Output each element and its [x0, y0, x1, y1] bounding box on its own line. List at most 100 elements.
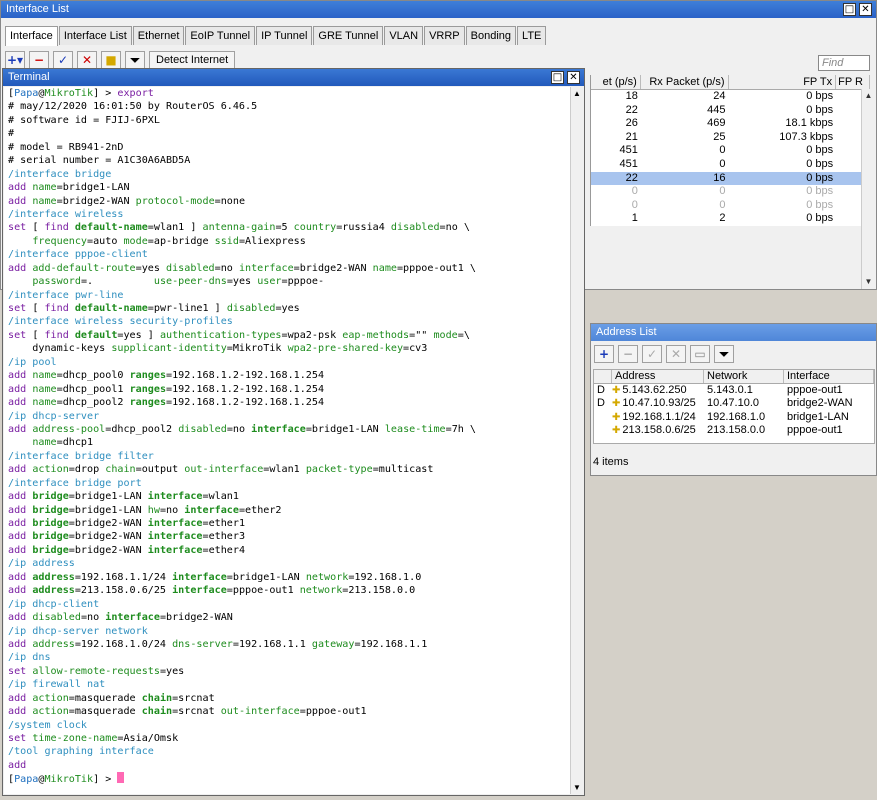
- terminal-token: chain: [141, 706, 173, 718]
- scroll-up-icon[interactable]: ▲: [571, 87, 583, 100]
- terminal-token: /interface wireless: [8, 208, 124, 220]
- terminal-token: interface: [184, 504, 239, 516]
- filter-icon[interactable]: ⏷: [125, 51, 145, 69]
- terminal-token: default-name: [74, 303, 148, 314]
- remove-icon[interactable]: −: [618, 345, 638, 363]
- tab-interface[interactable]: Interface: [5, 26, 58, 46]
- scroll-up-icon[interactable]: ▲: [862, 89, 875, 103]
- cell-tx-packet: 18: [625, 90, 638, 102]
- terminal-token: ="": [409, 329, 434, 341]
- add-icon[interactable]: +: [594, 345, 614, 363]
- terminal-token: =192.168.1.1/24: [74, 571, 173, 583]
- terminal-line: [Papa@MikroTik] > export: [8, 87, 571, 100]
- terminal-token: chain: [141, 692, 173, 704]
- terminal-token: =dhcp_pool2: [56, 397, 130, 409]
- table-row[interactable]: 26 469 18.1 kbps: [591, 117, 870, 131]
- table-row[interactable]: 0 0 0 bps: [591, 185, 870, 199]
- remove-icon[interactable]: −: [29, 51, 49, 69]
- terminal-token: dynamic-keys: [8, 343, 112, 355]
- table-row[interactable]: 21 25 107.3 kbps: [591, 131, 870, 145]
- terminal-line: /interface bridge: [8, 168, 571, 181]
- maximize-icon[interactable]: □: [551, 71, 564, 84]
- terminal-token: =pppoe-out1: [226, 585, 300, 597]
- table-row[interactable]: ✚ 213.158.0.6/25 213.158.0.0 pppoe-out1: [594, 424, 874, 438]
- terminal-token: out-interface: [184, 464, 264, 476]
- tab-lte[interactable]: LTE: [517, 26, 547, 45]
- terminal-token: #: [8, 128, 15, 140]
- close-icon[interactable]: ✕: [567, 71, 580, 84]
- terminal-token: # may/12/2020 16:01:50 by RouterOS 6.46.…: [8, 101, 258, 113]
- comment-icon[interactable]: ▭: [690, 345, 710, 363]
- tab-gre-tunnel[interactable]: GRE Tunnel: [313, 26, 384, 45]
- column-header[interactable]: et (p/s): [591, 75, 641, 89]
- terminal-token: =\: [457, 329, 470, 341]
- tab-interface-list[interactable]: Interface List: [58, 26, 132, 45]
- terminal-line: /tool graphing interface: [8, 745, 571, 758]
- column-header[interactable]: FP R: [836, 75, 870, 89]
- table-row[interactable]: D ✚ 10.47.10.93/25 10.47.10.0 bridge2-WAN: [594, 397, 874, 411]
- tab-bonding[interactable]: Bonding: [465, 26, 517, 45]
- terminal-line: add bridge=bridge1-LAN interface=wlan1: [8, 490, 571, 503]
- terminal-scrollbar[interactable]: ▲ ▼: [570, 87, 583, 794]
- terminal-token: set: [8, 329, 33, 341]
- cell-interface: pppoe-out1: [787, 383, 843, 396]
- find-input[interactable]: Find: [818, 55, 870, 71]
- terminal-output[interactable]: [Papa@MikroTik] > export # may/12/2020 16…: [4, 87, 571, 794]
- table-row[interactable]: 22 16 0 bps: [591, 171, 870, 186]
- terminal-token: name: [32, 383, 57, 395]
- scroll-down-icon[interactable]: ▼: [862, 275, 875, 289]
- cell-fp-tx: 0 bps: [806, 198, 834, 211]
- tab-eoip-tunnel[interactable]: EoIP Tunnel: [185, 26, 256, 45]
- terminal-token: interface: [147, 531, 203, 543]
- tab-ip-tunnel[interactable]: IP Tunnel: [256, 26, 313, 45]
- tab-vrrp[interactable]: VRRP: [424, 26, 465, 45]
- cell-rx-packet: 469: [707, 117, 726, 130]
- disable-x-icon[interactable]: ✕: [77, 51, 97, 69]
- interface-scrollbar[interactable]: ▲ ▼: [861, 89, 875, 289]
- window-title: Address List: [596, 326, 657, 338]
- terminal-token: =MikroTik: [226, 343, 288, 355]
- terminal-token: address: [32, 585, 75, 597]
- terminal-token: eap-methods: [342, 329, 410, 341]
- column-header[interactable]: FP Tx: [729, 75, 837, 89]
- terminal-token: =7h \: [445, 423, 477, 435]
- terminal-token: =213.158.0.6/25: [74, 585, 173, 597]
- scroll-down-icon[interactable]: ▼: [571, 781, 583, 794]
- terminal-token: action: [32, 706, 69, 718]
- table-row[interactable]: 451 0 0 bps: [591, 144, 870, 158]
- detect-internet-button[interactable]: Detect Internet: [149, 51, 236, 69]
- column-header[interactable]: Interface: [784, 370, 874, 383]
- filter-icon[interactable]: ⏷: [714, 345, 734, 363]
- tab-vlan[interactable]: VLAN: [384, 26, 424, 45]
- add-icon[interactable]: +▾: [5, 51, 25, 69]
- terminal-token: action: [32, 464, 69, 476]
- terminal-token: disabled: [166, 262, 215, 274]
- terminal-token: name: [32, 397, 57, 409]
- terminal-token: =yes: [159, 665, 185, 677]
- terminal-line: add bridge=bridge2-WAN interface=ether3: [8, 530, 571, 543]
- table-row[interactable]: D ✚ 5.143.62.250 5.143.0.1 pppoe-out1: [594, 384, 874, 398]
- column-header[interactable]: Address: [612, 370, 704, 383]
- terminal-token: mode: [123, 235, 148, 247]
- tab-ethernet[interactable]: Ethernet: [132, 26, 185, 45]
- terminal-token: mode: [433, 329, 458, 341]
- column-header[interactable]: Network: [704, 370, 784, 383]
- table-row[interactable]: 451 0 0 bps: [591, 158, 870, 172]
- table-row[interactable]: 18 24 0 bps: [591, 90, 870, 104]
- maximize-icon[interactable]: □: [843, 3, 856, 16]
- table-row[interactable]: 0 0 0 bps: [591, 199, 870, 213]
- terminal-token: address-pool: [32, 423, 106, 435]
- table-row[interactable]: 1 2 0 bps: [591, 212, 870, 226]
- comment-icon[interactable]: ■: [101, 51, 121, 69]
- table-row[interactable]: ✚ 192.168.1.1/24 192.168.1.0 bridge1-LAN: [594, 411, 874, 425]
- column-header-flag[interactable]: [594, 370, 612, 383]
- terminal-token: ssid: [214, 235, 239, 247]
- close-icon[interactable]: ✕: [859, 3, 872, 16]
- enable-check-icon[interactable]: ✓: [642, 345, 662, 363]
- table-row[interactable]: 22 445 0 bps: [591, 104, 870, 118]
- column-header[interactable]: Rx Packet (p/s): [641, 75, 729, 89]
- enable-check-icon[interactable]: ✓: [53, 51, 73, 69]
- terminal-line: /ip firewall nat: [8, 678, 571, 691]
- cell-network: 192.168.1.0: [707, 410, 766, 423]
- disable-x-icon[interactable]: ✕: [666, 345, 686, 363]
